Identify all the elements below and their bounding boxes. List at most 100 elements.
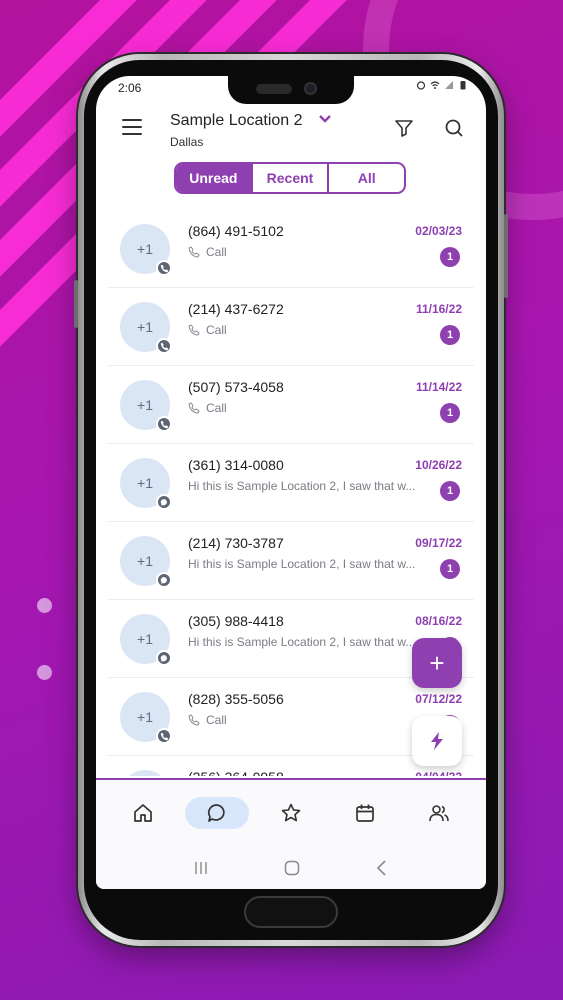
chevron-down-icon[interactable] (318, 112, 332, 126)
avatar: +1 (120, 224, 172, 276)
call-badge (156, 416, 172, 432)
preview-text: Call (206, 323, 227, 337)
preview-text: Call (206, 245, 227, 259)
back-icon[interactable] (374, 859, 390, 877)
message-preview: Hi this is Sample Location 2, I saw that… (188, 635, 442, 649)
call-icon (188, 246, 200, 258)
call-icon (188, 402, 200, 414)
avatar: +1 (120, 770, 170, 776)
contact-phone: (864) 491-5102 (188, 223, 284, 239)
contact-phone: (828) 355-5056 (188, 691, 284, 707)
lightning-icon (431, 732, 443, 750)
call-icon (188, 714, 200, 726)
conversation-date: 07/12/22 (415, 692, 462, 706)
message-preview: Hi this is Sample Location 2, I saw that… (188, 557, 442, 571)
conversation-date: 10/26/22 (415, 458, 462, 472)
nav-messages[interactable] (185, 797, 249, 829)
phone-frame: 2:06 Sample Location 2 Dallas Unread Rec… (74, 54, 508, 946)
conversation-date: 11/14/22 (415, 380, 462, 394)
unread-count-badge: 1 (440, 247, 460, 267)
message-preview: Call (188, 323, 442, 337)
call-icon (160, 342, 168, 350)
nav-calendar[interactable] (333, 797, 397, 829)
conversation-date: 02/03/23 (415, 224, 462, 238)
location-title[interactable]: Sample Location 2 (170, 112, 303, 130)
nav-contacts[interactable] (407, 797, 471, 829)
unread-count-badge: 1 (440, 481, 460, 501)
avatar: +1 (120, 614, 172, 666)
call-icon (160, 732, 168, 740)
preview-text: Call (206, 401, 227, 415)
contact-phone: (305) 988-4418 (188, 613, 284, 629)
recent-apps-icon[interactable] (192, 860, 210, 876)
filter-icon[interactable] (394, 118, 414, 138)
menu-icon[interactable] (122, 119, 142, 135)
preview-text: Hi this is Sample Location 2, I saw that… (188, 635, 416, 649)
message-preview: Call (188, 401, 442, 415)
message-badge (156, 650, 172, 666)
avatar-label: +1 (137, 631, 153, 647)
message-icon (160, 498, 167, 506)
avatar-label: +1 (137, 709, 153, 725)
system-nav-bar (96, 846, 486, 889)
contact-phone: (361) 314-0080 (188, 457, 284, 473)
new-conversation-button[interactable]: + (412, 638, 462, 688)
avatar: +1 (120, 536, 172, 588)
call-icon (160, 264, 168, 272)
conversation-row[interactable]: +1 (214) 730-3787 Hi this is Sample Locati… (108, 522, 474, 600)
nav-favorites[interactable] (259, 797, 323, 829)
message-badge (156, 572, 172, 588)
quick-action-button[interactable] (412, 716, 462, 766)
physical-home-button[interactable] (244, 896, 338, 928)
avatar-label: +1 (137, 397, 153, 413)
wifi-icon (430, 81, 440, 89)
call-icon (188, 324, 200, 336)
chat-icon (207, 804, 225, 822)
conversation-date: 08/16/22 (415, 614, 462, 628)
conversation-row[interactable]: +1 (361) 314-0080 Hi this is Sample Locati… (108, 444, 474, 522)
avatar: +1 (120, 458, 172, 510)
call-badge (156, 338, 172, 354)
contact-phone: (214) 437-6272 (188, 301, 284, 317)
tab-all[interactable]: All (327, 164, 404, 192)
preview-text: Hi this is Sample Location 2, I saw that… (188, 557, 416, 571)
tab-unread[interactable]: Unread (176, 164, 251, 192)
call-badge (156, 728, 172, 744)
conversation-date: 04/04/22 (415, 770, 462, 776)
avatar-label: +1 (137, 475, 153, 491)
unread-count-badge: 1 (440, 403, 460, 423)
avatar-label: +1 (137, 241, 153, 257)
nav-home[interactable] (111, 797, 175, 829)
search-icon[interactable] (444, 118, 464, 138)
camera-notch (228, 76, 354, 104)
home-icon (134, 804, 152, 822)
signal-icon (445, 81, 453, 89)
app-screen: 2:06 Sample Location 2 Dallas Unread Rec… (96, 76, 486, 889)
calendar-icon (356, 804, 374, 822)
conversation-row[interactable]: +1 (507) 573-4058 Call 11/14/22 1 (108, 366, 474, 444)
message-icon (160, 576, 167, 584)
message-badge (156, 494, 172, 510)
conversation-row[interactable]: +1 (864) 491-5102 Call 02/03/23 1 (108, 210, 474, 288)
message-preview: Call (188, 713, 442, 727)
conversation-date: 09/17/22 (415, 536, 462, 550)
tab-recent[interactable]: Recent (250, 164, 328, 192)
avatar-label: +1 (137, 553, 153, 569)
avatar-label: +1 (137, 319, 153, 335)
avatar: +1 (120, 380, 172, 432)
home-button-icon[interactable] (283, 859, 301, 877)
conversation-list: +1 (864) 491-5102 Call 02/03/23 1 +1 (214) 437… (96, 210, 486, 776)
bottom-nav (96, 778, 486, 846)
contacts-icon (429, 805, 449, 822)
call-badge (156, 260, 172, 276)
conversation-row[interactable]: +1 (214) 437-6272 Call 11/16/22 1 (108, 288, 474, 366)
preview-text: Hi this is Sample Location 2, I saw that… (188, 479, 416, 493)
conversation-date: 11/16/22 (415, 302, 462, 316)
preview-text: Call (206, 713, 227, 727)
avatar: +1 (120, 692, 172, 744)
contact-phone: (507) 573-4058 (188, 379, 284, 395)
location-subtitle: Dallas (170, 135, 204, 149)
unread-count-badge: 1 (440, 559, 460, 579)
avatar: +1 (120, 302, 172, 354)
message-preview: Hi this is Sample Location 2, I saw that… (188, 479, 442, 493)
